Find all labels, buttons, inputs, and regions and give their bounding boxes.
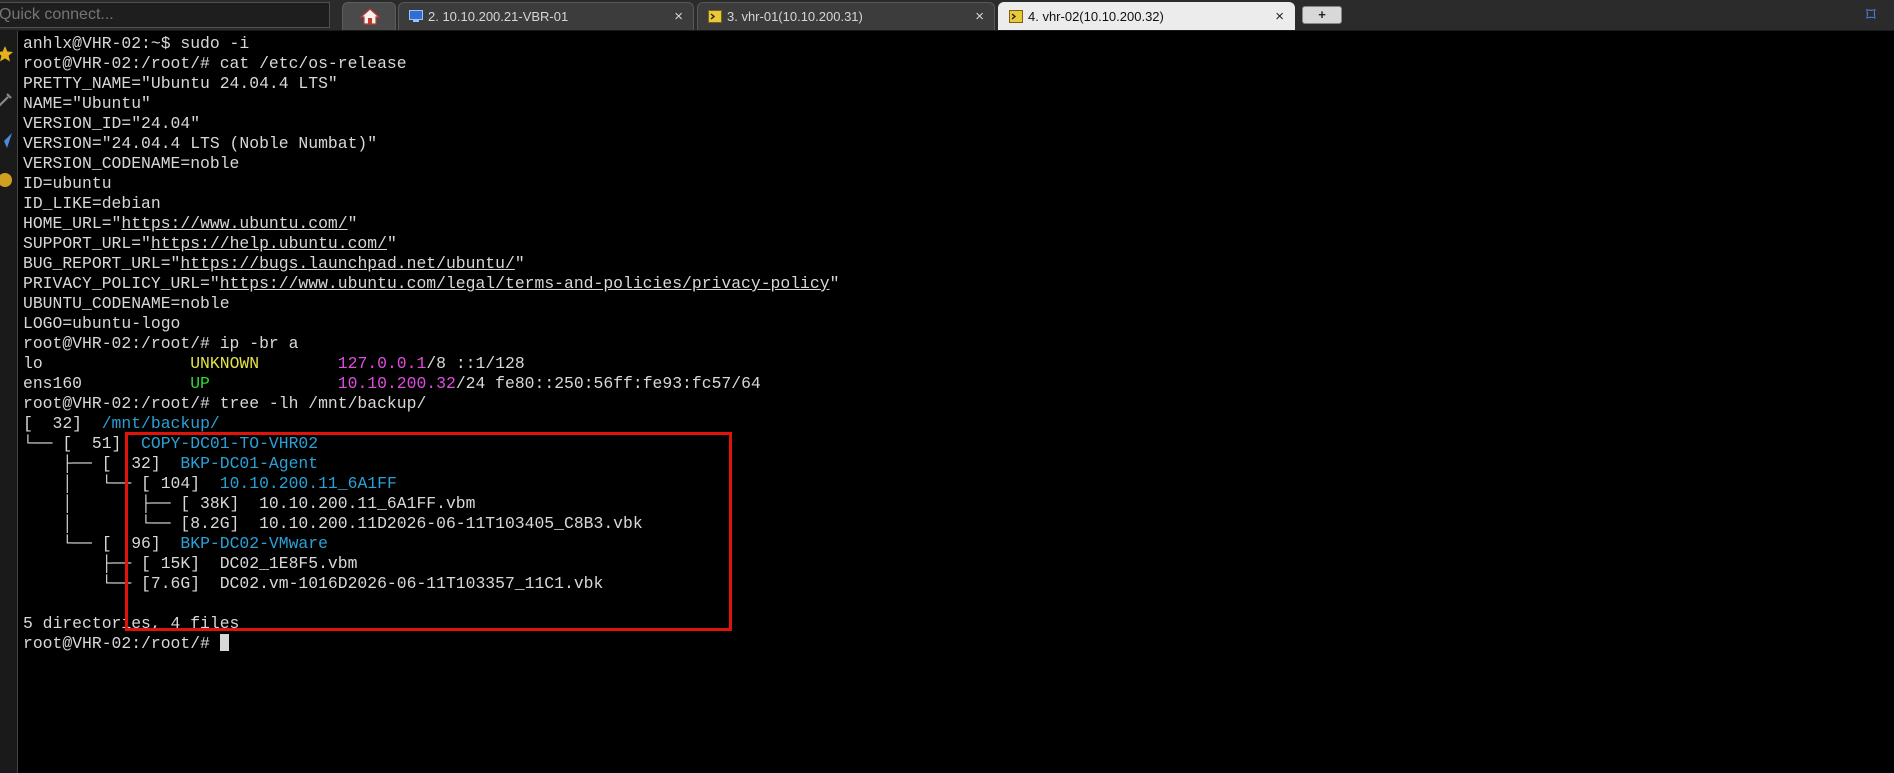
terminal-cursor — [219, 634, 229, 651]
terminal-segment: " — [386, 234, 397, 253]
tools-icon[interactable] — [0, 91, 14, 109]
terminal-line: PRETTY_NAME="Ubuntu 24.04.4 LTS" — [23, 74, 839, 94]
terminal-line: SUPPORT_URL="https://help.ubuntu.com/" — [23, 234, 839, 254]
terminal-segment: └── [ 51] — [23, 434, 142, 453]
terminal-line: [ 32] /mnt/backup/ — [23, 414, 839, 434]
tab-vhr-02[interactable]: 4. vhr-02(10.10.200.32) × — [998, 2, 1295, 30]
terminal-tab-icon — [708, 10, 722, 23]
terminal-line: LOGO=ubuntu-logo — [23, 314, 839, 334]
terminal-segment: VERSION_CODENAME=noble — [23, 154, 240, 173]
home-icon — [360, 8, 380, 25]
terminal-tab-icon — [1009, 10, 1023, 23]
terminal-line: ID_LIKE=debian — [23, 194, 839, 214]
terminal-segment: UBUNTU_CODENAME=noble — [23, 294, 230, 313]
terminal-segment: LOGO=ubuntu-logo — [23, 314, 181, 333]
terminal-line: lo UNKNOWN 127.0.0.1/8 ::1/128 — [23, 354, 839, 374]
terminal-segment: " — [514, 254, 525, 273]
left-sidebar — [0, 31, 18, 773]
terminal-segment: /8 ::1/128 — [426, 354, 525, 373]
terminal-line: NAME="Ubuntu" — [23, 94, 839, 114]
terminal-segment: root@VHR-02:/root/# — [23, 634, 220, 653]
tab-bar: 2. 10.10.200.21-VBR-01 × 3. vhr-01(10.10… — [0, 0, 1894, 31]
terminal-segment: BUG_REPORT_URL=" — [23, 254, 181, 273]
terminal-line: VERSION="24.04.4 LTS (Noble Numbat)" — [23, 134, 839, 154]
tab-label: 4. vhr-02(10.10.200.32) — [1028, 9, 1164, 24]
monitor-icon — [409, 10, 423, 22]
terminal-segment: 127.0.0.1 — [337, 354, 427, 373]
star-icon[interactable] — [0, 45, 14, 63]
send-icon[interactable] — [0, 131, 14, 149]
terminal-link[interactable]: https://www.ubuntu.com/ — [121, 214, 347, 233]
terminal-segment: VERSION="24.04.4 LTS (Noble Numbat)" — [23, 134, 378, 153]
close-icon[interactable]: × — [1275, 3, 1284, 30]
terminal-segment: " — [347, 214, 358, 233]
terminal-segment: anhlx@VHR-02:~$ sudo -i — [23, 34, 250, 53]
terminal-link[interactable]: https://help.ubuntu.com/ — [151, 234, 387, 253]
home-tab[interactable] — [342, 2, 396, 30]
terminal-line: ID=ubuntu — [23, 174, 839, 194]
terminal-line: VERSION_CODENAME=noble — [23, 154, 839, 174]
terminal-segment: UNKNOWN — [190, 354, 260, 373]
tab-label: 2. 10.10.200.21-VBR-01 — [428, 9, 569, 24]
terminal-line: root@VHR-02:/root/# ip -br a — [23, 334, 839, 354]
quick-connect-input[interactable] — [0, 2, 330, 28]
terminal-segment: NAME="Ubuntu" — [23, 94, 151, 113]
terminal-segment: ID_LIKE=debian — [23, 194, 161, 213]
terminal-line: root@VHR-02:/root/# cat /etc/os-release — [23, 54, 839, 74]
terminal-segment — [210, 374, 338, 393]
terminal-segment: VERSION_ID="24.04" — [23, 114, 201, 133]
terminal-line: HOME_URL="https://www.ubuntu.com/" — [23, 214, 839, 234]
tab-label: 3. vhr-01(10.10.200.31) — [727, 9, 863, 24]
terminal-line: anhlx@VHR-02:~$ sudo -i — [23, 34, 839, 54]
terminal-segment: ens160 — [23, 374, 191, 393]
terminal-segment — [259, 354, 338, 373]
terminal-segment: /mnt/backup/ — [101, 414, 220, 433]
terminal-line: root@VHR-02:/root/# tree -lh /mnt/backup… — [23, 394, 839, 414]
terminal-segment: 10.10.200.32 — [337, 374, 456, 393]
terminal-segment: /24 fe80::250:56ff:fe93:fc57/64 — [455, 374, 761, 393]
terminal-segment: lo — [23, 354, 191, 373]
terminal-line: PRIVACY_POLICY_URL="https://www.ubuntu.c… — [23, 274, 839, 294]
terminal-segment: PRETTY_NAME="Ubuntu 24.04.4 LTS" — [23, 74, 338, 93]
terminal-segment: root@VHR-02:/root/# ip -br a — [23, 334, 299, 353]
new-tab-button[interactable]: + — [1302, 6, 1342, 24]
close-icon[interactable]: × — [674, 3, 683, 30]
terminal-segment: ID=ubuntu — [23, 174, 112, 193]
terminal-segment: [ 32] — [23, 414, 102, 433]
terminal-link[interactable]: https://www.ubuntu.com/legal/terms-and-p… — [220, 274, 830, 293]
terminal-line: UBUNTU_CODENAME=noble — [23, 294, 839, 314]
terminal-link[interactable]: https://bugs.launchpad.net/ubuntu/ — [180, 254, 514, 273]
highlight-box — [125, 432, 732, 631]
terminal-segment: HOME_URL=" — [23, 214, 122, 233]
terminal-line: root@VHR-02:/root/# — [23, 634, 839, 654]
terminal-segment: PRIVACY_POLICY_URL=" — [23, 274, 220, 293]
terminal-line: VERSION_ID="24.04" — [23, 114, 839, 134]
tab-vhr-01[interactable]: 3. vhr-01(10.10.200.31) × — [697, 2, 995, 30]
terminal-segment: " — [829, 274, 840, 293]
terminal-line: ens160 UP 10.10.200.32/24 fe80::250:56ff… — [23, 374, 839, 394]
tab-vbr-01[interactable]: 2. 10.10.200.21-VBR-01 × — [398, 2, 694, 30]
terminal-line: BUG_REPORT_URL="https://bugs.launchpad.n… — [23, 254, 839, 274]
terminal-segment: UP — [190, 374, 210, 393]
terminal-segment: SUPPORT_URL=" — [23, 234, 151, 253]
close-icon[interactable]: × — [975, 3, 984, 30]
macro-icon[interactable] — [0, 171, 14, 189]
terminal-segment: root@VHR-02:/root/# cat /etc/os-release — [23, 54, 407, 73]
attachment-icon[interactable]: ⌑ — [1866, 4, 1876, 27]
terminal-output[interactable]: anhlx@VHR-02:~$ sudo -i root@VHR-02:/root… — [18, 31, 1894, 773]
terminal-segment: root@VHR-02:/root/# tree -lh /mnt/backup… — [23, 394, 427, 413]
